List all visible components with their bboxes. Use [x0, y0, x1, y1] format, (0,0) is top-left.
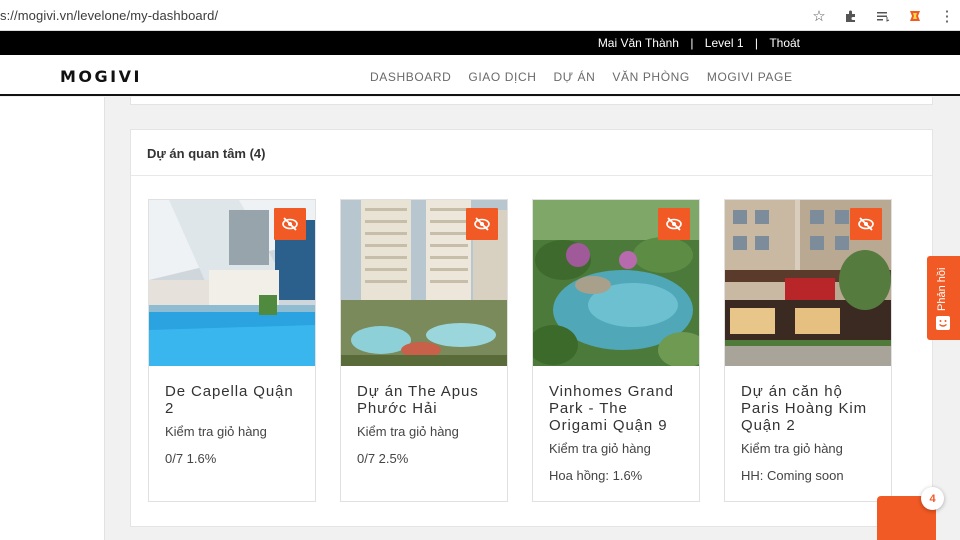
logout-link[interactable]: Thoát — [769, 36, 800, 50]
eye-slash-icon — [474, 217, 490, 231]
eye-slash-icon — [282, 217, 298, 231]
hide-project-button[interactable] — [274, 208, 306, 240]
bookmark-star-icon[interactable]: ☆ — [808, 5, 830, 27]
project-stats: Hoa hồng: 1.6% — [549, 468, 643, 483]
mogivi-logo[interactable]: MOGIVI — [60, 67, 142, 86]
project-image[interactable] — [533, 200, 699, 366]
project-card[interactable]: Dự án căn hộ Paris Hoàng Kim Quận 2 Kiểm… — [724, 199, 892, 502]
user-name-link[interactable]: Mai Văn Thành — [598, 36, 679, 50]
feedback-label: Phản hồi — [936, 267, 948, 311]
hide-project-button[interactable] — [466, 208, 498, 240]
interested-projects-panel: Dự án quan tâm (4) De Capella Quận 2 Kiể… — [130, 129, 933, 527]
previous-panel — [130, 97, 933, 105]
project-image[interactable] — [149, 200, 315, 366]
panel-title: Dự án quan tâm (4) — [147, 146, 266, 161]
address-bar[interactable]: s://mogivi.vn/levelone/my-dashboard/ — [0, 8, 218, 23]
hide-project-button[interactable] — [658, 208, 690, 240]
extension-shield-icon[interactable] — [904, 5, 926, 27]
nav-item-dashboard[interactable]: DASHBOARD — [370, 70, 451, 84]
check-cart-link[interactable]: Kiểm tra giỏ hàng — [549, 441, 651, 456]
browser-toolbar: s://mogivi.vn/levelone/my-dashboard/ ☆ ⋮ — [0, 0, 960, 31]
project-card[interactable]: Vinhomes Grand Park - The Origami Quận 9… — [532, 199, 700, 502]
separator: | — [754, 36, 758, 50]
reading-list-icon[interactable] — [872, 5, 894, 27]
chat-notification-badge: 4 — [921, 487, 944, 510]
smile-icon — [936, 316, 950, 330]
hide-project-button[interactable] — [850, 208, 882, 240]
extensions-puzzle-icon[interactable] — [840, 5, 862, 27]
project-card[interactable]: Dự án The Apus Phước Hải Kiểm tra giỏ hà… — [340, 199, 508, 502]
project-stats: 0/7 1.6% — [165, 451, 217, 466]
project-stats: 0/7 2.5% — [357, 451, 409, 466]
nav-item-van-phong[interactable]: VĂN PHÒNG — [612, 70, 689, 84]
browser-menu-icon[interactable]: ⋮ — [936, 5, 958, 27]
project-title[interactable]: De Capella Quận 2 — [165, 383, 305, 417]
check-cart-link[interactable]: Kiểm tra giỏ hàng — [357, 424, 459, 439]
project-stats: HH: Coming soon — [741, 468, 844, 483]
project-title[interactable]: Dự án The Apus Phước Hải — [357, 383, 497, 417]
main-nav: MOGIVI DASHBOARD GIAO DỊCH DỰ ÁN VĂN PHÒ… — [0, 55, 960, 96]
check-cart-link[interactable]: Kiểm tra giỏ hàng — [165, 424, 267, 439]
project-card[interactable]: De Capella Quận 2 Kiểm tra giỏ hàng 0/7 … — [148, 199, 316, 502]
eye-slash-icon — [666, 217, 682, 231]
eye-slash-icon — [858, 217, 874, 231]
divider — [131, 175, 932, 176]
project-image[interactable] — [341, 200, 507, 366]
nav-item-mogivi-page[interactable]: MOGIVI PAGE — [707, 70, 793, 84]
feedback-tab[interactable]: Phản hồi — [927, 256, 960, 340]
project-image[interactable] — [725, 200, 891, 366]
user-level-link[interactable]: Level 1 — [705, 36, 744, 50]
check-cart-link[interactable]: Kiểm tra giỏ hàng — [741, 441, 843, 456]
user-links: Mai Văn Thành | Level 1 | Thoát — [598, 36, 800, 50]
separator: | — [690, 36, 694, 50]
nav-item-giao-dich[interactable]: GIAO DỊCH — [468, 70, 536, 84]
project-title[interactable]: Dự án căn hộ Paris Hoàng Kim Quận 2 — [741, 383, 881, 434]
nav-menu: DASHBOARD GIAO DỊCH DỰ ÁN VĂN PHÒNG MOGI… — [370, 70, 793, 84]
project-title[interactable]: Vinhomes Grand Park - The Origami Quận 9 — [549, 383, 689, 434]
sidebar — [0, 97, 105, 540]
browser-actions: ☆ ⋮ — [808, 4, 960, 28]
user-bar: Mai Văn Thành | Level 1 | Thoát — [0, 31, 960, 55]
nav-item-du-an[interactable]: DỰ ÁN — [554, 70, 596, 84]
